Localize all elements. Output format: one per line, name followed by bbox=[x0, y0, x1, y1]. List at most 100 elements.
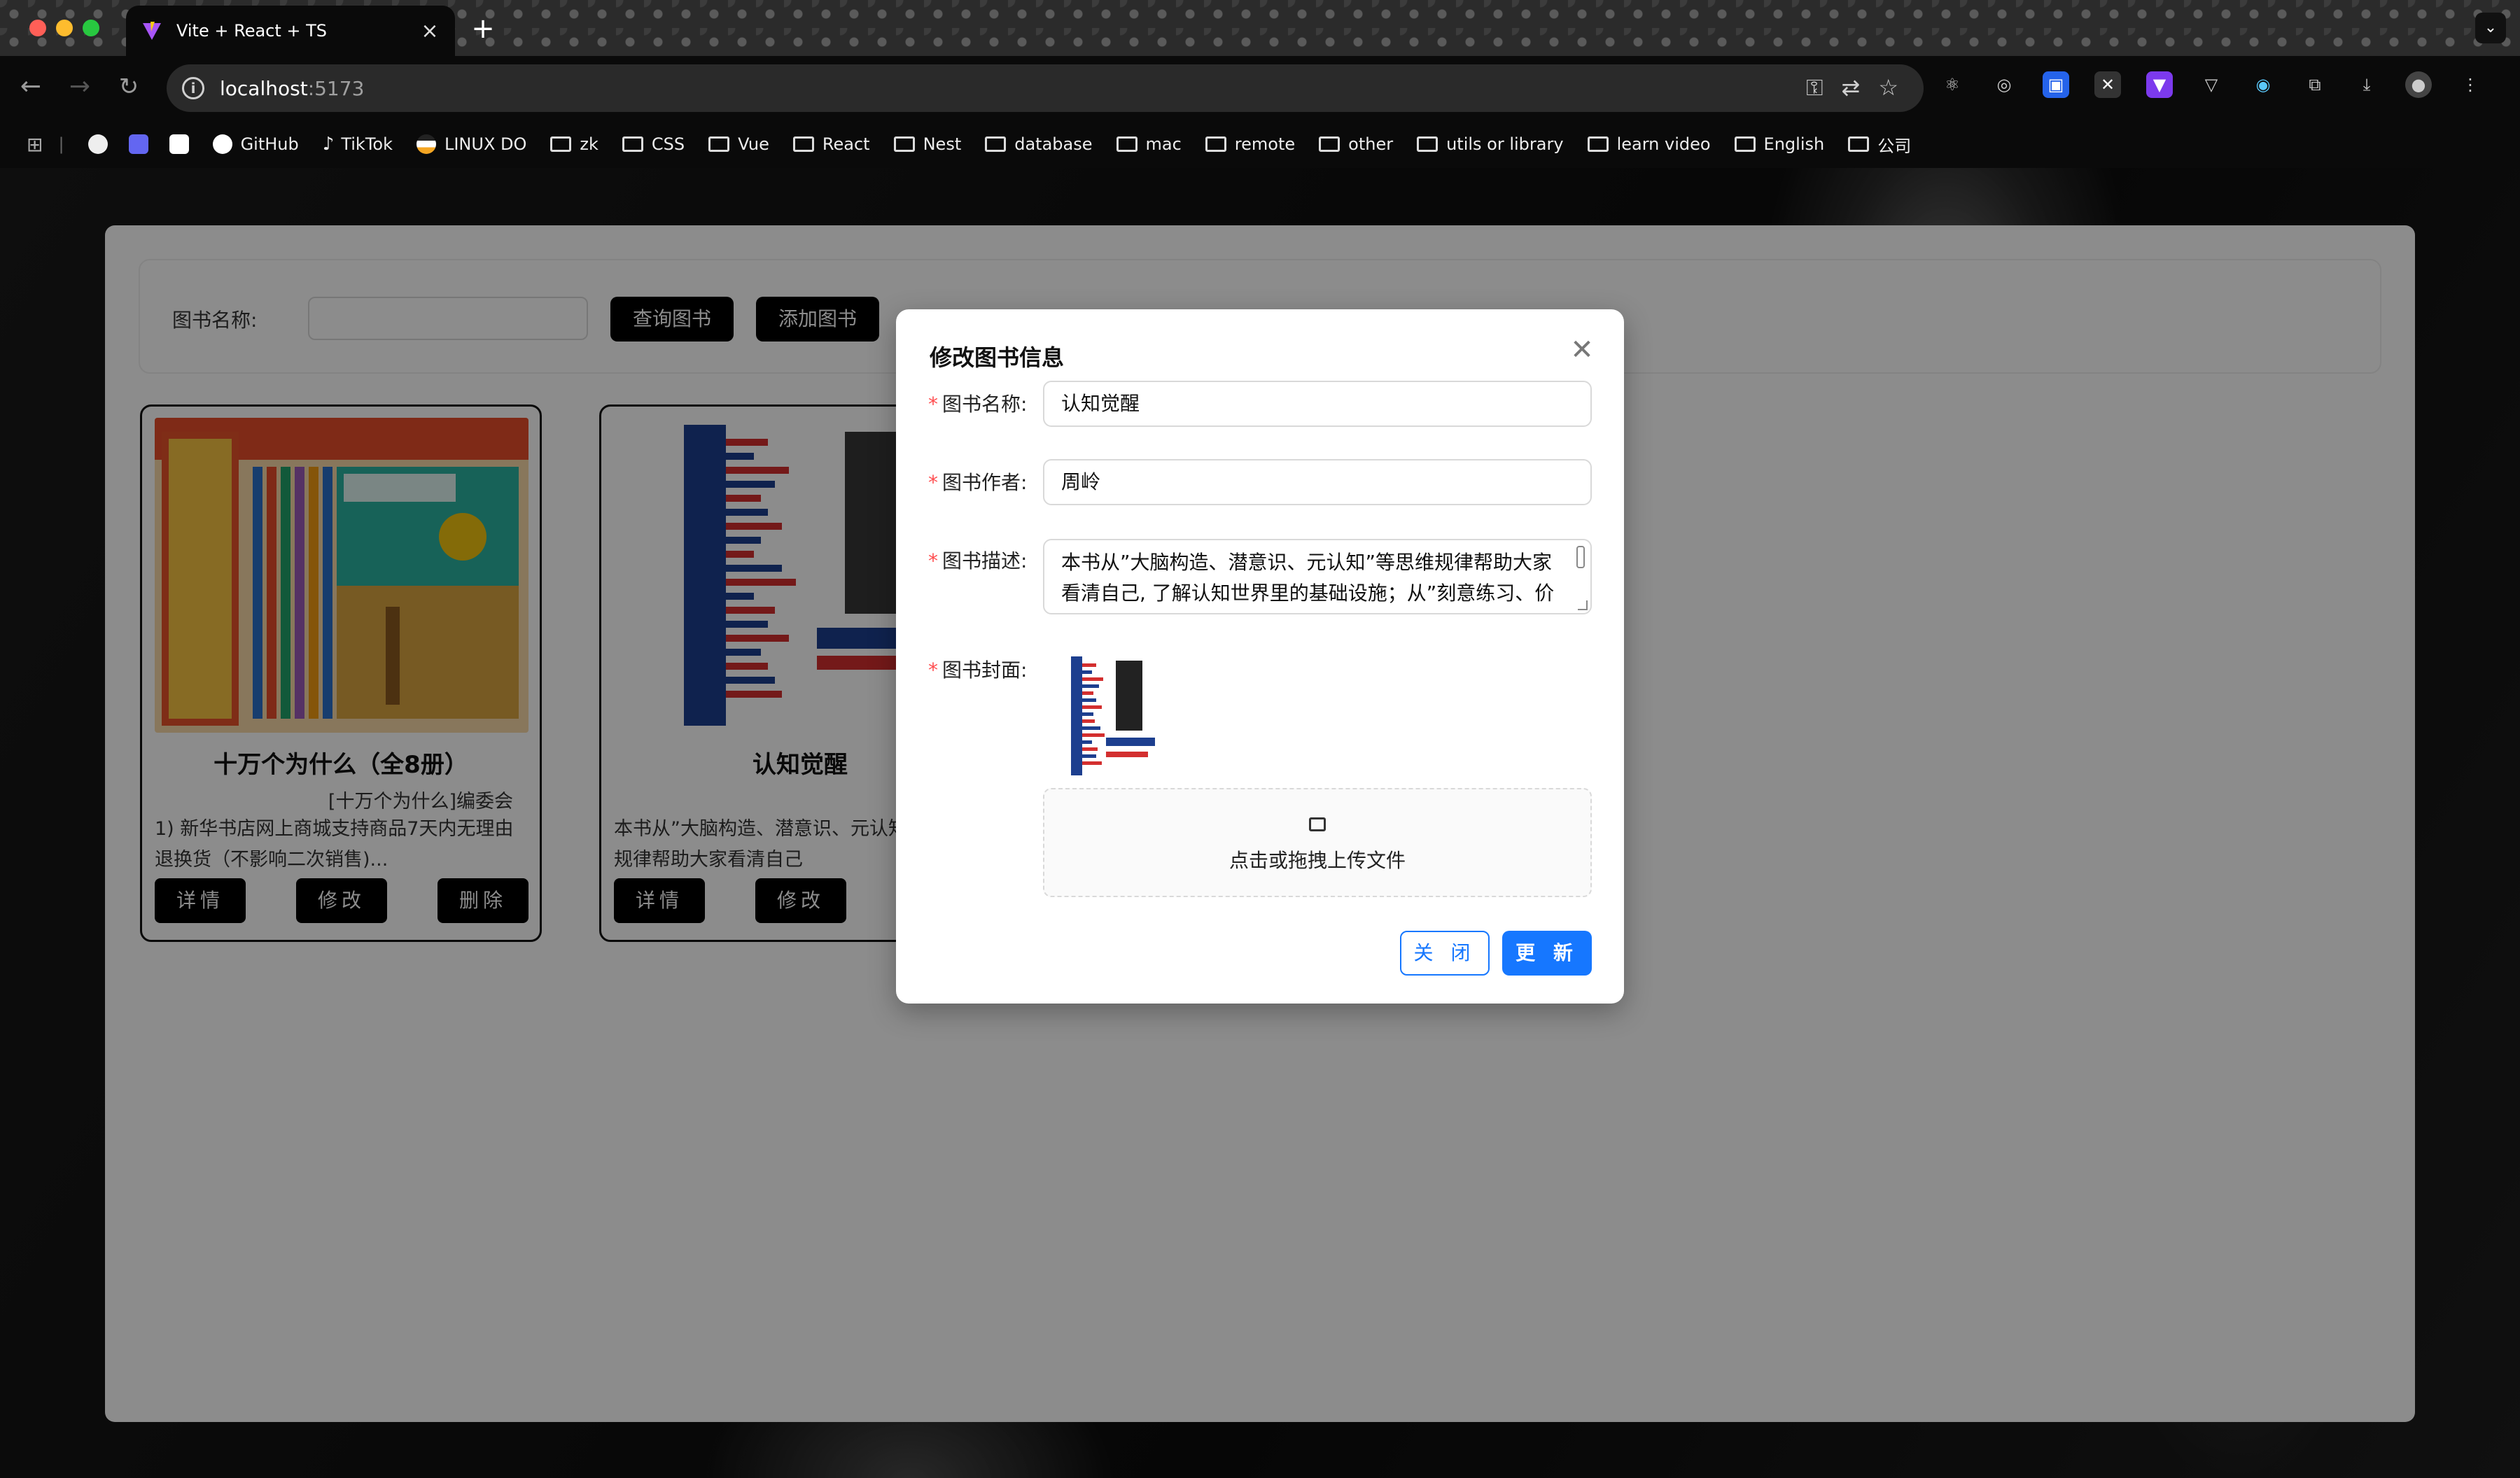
book-author-input[interactable]: 周岭 bbox=[1043, 459, 1592, 505]
bookmark-folder-learn-video[interactable]: learn video bbox=[1587, 134, 1711, 154]
update-button[interactable]: 更 新 bbox=[1502, 931, 1592, 976]
download-icon[interactable]: ⤓ bbox=[2353, 71, 2380, 98]
bookmark-label: remote bbox=[1234, 134, 1296, 154]
bookmark-label: TikTok bbox=[341, 134, 393, 154]
apps-grid-icon[interactable]: ⊞ bbox=[27, 133, 43, 156]
tab-close-icon[interactable]: × bbox=[416, 19, 444, 43]
folder-icon bbox=[792, 136, 814, 152]
x-extension-icon[interactable]: ✕ bbox=[2094, 71, 2121, 98]
bookmark-linuxdo[interactable]: LINUX DO bbox=[416, 134, 526, 154]
new-tab-button[interactable]: + bbox=[468, 13, 498, 45]
window-minimize-button[interactable] bbox=[56, 20, 73, 36]
modal-close-icon[interactable]: ✕ bbox=[1567, 335, 1597, 365]
close-button[interactable]: 关 闭 bbox=[1400, 931, 1490, 976]
openai-icon bbox=[88, 134, 108, 154]
folder-icon bbox=[708, 136, 730, 152]
bookmark-doc[interactable] bbox=[169, 134, 189, 154]
bookmark-label: database bbox=[1014, 134, 1093, 154]
url-text: localhost:5173 bbox=[220, 77, 364, 100]
bookmark-folder-english[interactable]: English bbox=[1734, 134, 1824, 154]
bookmark-folder-react[interactable]: React bbox=[792, 134, 870, 154]
folder-icon bbox=[1319, 136, 1340, 152]
back-arrow-icon[interactable]: ← bbox=[17, 73, 45, 101]
profile-avatar-icon[interactable]: ● bbox=[2405, 71, 2432, 98]
extensions-puzzle-icon[interactable]: ⧉ bbox=[2302, 71, 2328, 98]
bookmark-folder-database[interactable]: database bbox=[985, 134, 1093, 154]
upload-hint: 点击或拖拽上传文件 bbox=[1228, 849, 1406, 872]
doc-icon bbox=[169, 134, 189, 154]
github-icon bbox=[212, 134, 232, 154]
edit-book-modal: 修改图书信息 ✕ * 图书名称: 认知觉醒 * 图书作者: 周岭 * 图书描述: 本书… bbox=[896, 309, 1624, 1004]
label-text: 图书作者: bbox=[942, 471, 1028, 494]
window-close-button[interactable] bbox=[29, 20, 46, 36]
bookmark-label: GitHub bbox=[240, 134, 299, 154]
bookmark-folder-remote[interactable]: remote bbox=[1205, 134, 1295, 154]
bookmark-tiktok[interactable]: ♪ TikTok bbox=[323, 134, 393, 155]
folder-icon bbox=[1116, 136, 1138, 152]
react-devtools-icon[interactable]: ⚛ bbox=[1939, 71, 1966, 98]
required-mark: * bbox=[928, 393, 938, 416]
extensions-bar: ⚛ ◎ ▣ ✕ ▼ ▽ ◉ ⧉ ⤓ ● ⋮ bbox=[1939, 71, 2484, 98]
target-extension-icon[interactable]: ◎ bbox=[1991, 71, 2017, 98]
bookmark-folder-other[interactable]: other bbox=[1319, 134, 1393, 154]
folder-icon bbox=[550, 136, 572, 152]
tiktok-icon: ♪ bbox=[322, 134, 335, 155]
bookmark-label: Vue bbox=[738, 134, 769, 154]
bookmark-label: other bbox=[1348, 134, 1394, 154]
textarea-content: 本书从”大脑构造、潜意识、元认知”等思维规律帮助大家看清自己, 了解认知世界里的… bbox=[1061, 551, 1555, 605]
modal-title: 修改图书信息 bbox=[930, 344, 1065, 371]
required-mark: * bbox=[928, 471, 938, 494]
reload-icon[interactable]: ↻ bbox=[115, 73, 143, 101]
bookmark-label: LINUX DO bbox=[444, 134, 527, 154]
translate-icon[interactable]: ⇄ bbox=[1842, 74, 1861, 101]
book-description-textarea[interactable]: 本书从”大脑构造、潜意识、元认知”等思维规律帮助大家看清自己, 了解认知世界里的… bbox=[1043, 539, 1592, 614]
browser-tab-strip: Vite + React + TS × + ⌄ bbox=[0, 0, 2520, 56]
bookmark-label: CSS bbox=[651, 134, 685, 154]
folder-icon bbox=[985, 136, 1007, 152]
vue-devtools-icon[interactable]: ▽ bbox=[2198, 71, 2225, 98]
bookmark-folder-company[interactable]: 公司 bbox=[1848, 132, 1911, 157]
bookmark-divider: | bbox=[58, 134, 64, 154]
folder-icon bbox=[1734, 136, 1756, 152]
browser-tab[interactable]: Vite + React + TS × bbox=[126, 6, 455, 56]
bookmark-label: 公司 bbox=[1877, 136, 1912, 156]
owl-extension-icon[interactable]: ◉ bbox=[2250, 71, 2276, 98]
book-description-label: * 图书描述: bbox=[928, 546, 1027, 574]
browser-menu-icon[interactable]: ⋮ bbox=[2457, 71, 2484, 98]
cover-thumbnail[interactable] bbox=[1067, 654, 1161, 778]
vite-logo-icon bbox=[143, 22, 161, 40]
bookmark-folder-mac[interactable]: mac bbox=[1116, 134, 1182, 154]
cover-upload-dropzone[interactable]: 点击或拖拽上传文件 bbox=[1043, 788, 1592, 897]
bookmark-star-icon[interactable]: ☆ bbox=[1878, 74, 1898, 101]
tab-title: Vite + React + TS bbox=[176, 21, 328, 41]
textarea-scrollbar[interactable] bbox=[1576, 546, 1585, 568]
book-name-input[interactable]: 认知觉醒 bbox=[1043, 381, 1592, 427]
bookmark-cube[interactable] bbox=[128, 134, 148, 154]
bookmark-github[interactable]: GitHub bbox=[212, 134, 299, 154]
inbox-icon bbox=[1309, 817, 1326, 831]
textarea-resize-handle[interactable] bbox=[1578, 600, 1588, 610]
bookmark-label: learn video bbox=[1616, 134, 1711, 154]
book-cover-label: * 图书封面: bbox=[928, 655, 1027, 683]
bookmark-openai[interactable] bbox=[88, 134, 108, 154]
bookmark-folder-css[interactable]: CSS bbox=[622, 134, 685, 154]
book-name-label: * 图书名称: bbox=[928, 389, 1027, 417]
address-bar[interactable]: i localhost:5173 ⚿ ⇄ ☆ bbox=[167, 64, 1924, 112]
browser-toolbar: ← → ↻ i localhost:5173 ⚿ ⇄ ☆ ⚛ ◎ ▣ ✕ ▼ ▽… bbox=[0, 56, 2520, 120]
url-port: :5173 bbox=[307, 76, 365, 100]
bookmark-folder-nest[interactable]: Nest bbox=[893, 134, 961, 154]
bookmark-label: React bbox=[822, 134, 870, 154]
tab-search-icon[interactable]: ⌄ bbox=[2475, 13, 2506, 43]
label-text: 图书描述: bbox=[942, 549, 1028, 572]
book-author-label: * 图书作者: bbox=[928, 467, 1027, 495]
required-mark: * bbox=[928, 549, 938, 572]
blue-extension-icon[interactable]: ▣ bbox=[2043, 71, 2069, 98]
bookmark-folder-utils[interactable]: utils or library bbox=[1417, 134, 1564, 154]
bookmark-folder-zk[interactable]: zk bbox=[550, 134, 598, 154]
purple-extension-icon[interactable]: ▼ bbox=[2146, 71, 2173, 98]
bookmark-folder-vue[interactable]: Vue bbox=[708, 134, 769, 154]
password-key-icon[interactable]: ⚿ bbox=[1806, 74, 1823, 101]
site-info-icon[interactable]: i bbox=[182, 77, 204, 99]
forward-arrow-icon[interactable]: → bbox=[66, 73, 94, 101]
window-zoom-button[interactable] bbox=[83, 20, 99, 36]
